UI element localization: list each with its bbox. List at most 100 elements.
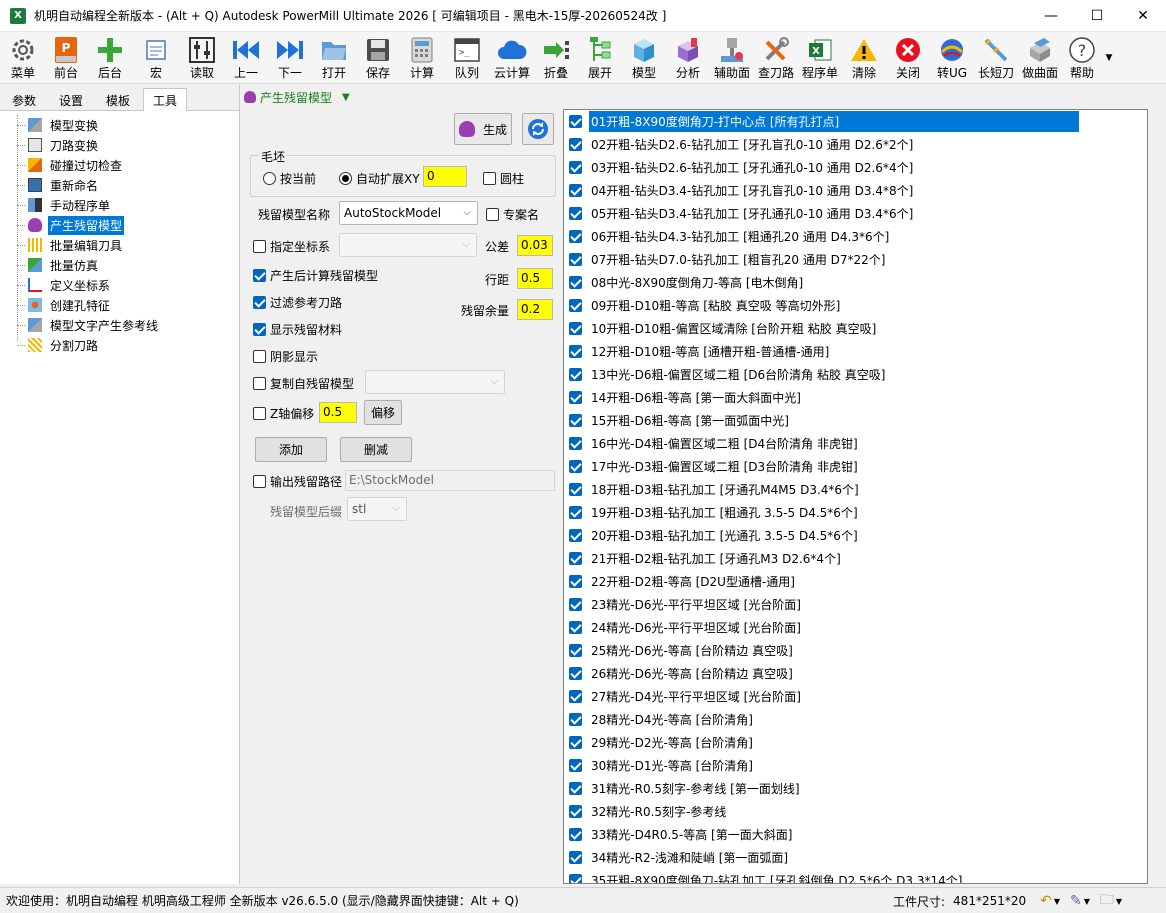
toolbar-button-next[interactable]: 下一 bbox=[268, 32, 312, 84]
operation-checkbox[interactable] bbox=[569, 575, 582, 588]
cylinder-check[interactable] bbox=[483, 172, 496, 185]
add-button[interactable]: 添加 bbox=[255, 437, 327, 462]
toolbar-button-collapse[interactable]: 折叠 bbox=[534, 32, 578, 84]
tree-item-toolpath-transform[interactable]: 刀路变换 bbox=[0, 135, 239, 155]
filter-ref-checkbox[interactable]: 过滤参考刀路 bbox=[253, 294, 342, 311]
tree-item-stock-model[interactable]: 产生残留模型 bbox=[0, 215, 239, 235]
operation-checkbox[interactable] bbox=[569, 828, 582, 841]
operation-checkbox[interactable] bbox=[569, 736, 582, 749]
coordinate-system-combo[interactable]: ⌵ bbox=[339, 233, 477, 257]
operation-checkbox[interactable] bbox=[569, 184, 582, 197]
tree-item-text-reference[interactable]: 模型文字产生参考线 bbox=[0, 315, 239, 335]
operation-checkbox[interactable] bbox=[569, 322, 582, 335]
pen-icon[interactable]: ✎ bbox=[1070, 893, 1082, 909]
operation-checkbox[interactable] bbox=[569, 253, 582, 266]
operation-checkbox[interactable] bbox=[569, 368, 582, 381]
operation-row[interactable]: 32精光-R0.5刻字-参考线 bbox=[564, 800, 1147, 823]
operation-checkbox[interactable] bbox=[569, 598, 582, 611]
operation-row[interactable]: 31精光-R0.5刻字-参考线 [第一面划线] bbox=[564, 777, 1147, 800]
toolbar-button-to-ug[interactable]: 转UG bbox=[930, 32, 974, 84]
operation-checkbox[interactable] bbox=[569, 437, 582, 450]
show-material-checkbox[interactable]: 显示残留材料 bbox=[253, 321, 342, 338]
operation-checkbox[interactable] bbox=[569, 345, 582, 358]
operation-row[interactable]: 14开粗-D6粗-等高 [第一面大斜面中光] bbox=[564, 386, 1147, 409]
panel-header[interactable]: 产生残留模型 ▼ bbox=[244, 88, 350, 106]
operation-row[interactable]: 24精光-D6光-平行平坦区域 [光台阶面] bbox=[564, 616, 1147, 639]
tab-templates[interactable]: 模板 bbox=[96, 88, 140, 110]
auto-expand-input[interactable]: 0 bbox=[423, 166, 467, 187]
toolbar-button-help[interactable]: ? 帮助 bbox=[1062, 32, 1102, 84]
operation-checkbox[interactable] bbox=[569, 460, 582, 473]
operation-checkbox[interactable] bbox=[569, 782, 582, 795]
toolbar-button-program-sheet[interactable]: X 程序单 bbox=[798, 32, 842, 84]
operation-checkbox[interactable] bbox=[569, 759, 582, 772]
operation-row[interactable]: 27精光-D4光-平行平坦区域 [光台阶面] bbox=[564, 685, 1147, 708]
operation-checkbox[interactable] bbox=[569, 874, 582, 883]
toolbar-button-cloud[interactable]: 云计算 bbox=[490, 32, 534, 84]
tab-params[interactable]: 参数 bbox=[2, 88, 46, 110]
tree-item-manual-program[interactable]: 手动程序单 bbox=[0, 195, 239, 215]
operation-row[interactable]: 04开粗-钻头D3.4-钻孔加工 [牙孔盲孔0-10 通用 D3.4*8个] bbox=[564, 179, 1147, 202]
output-path-check[interactable] bbox=[253, 475, 266, 488]
tree-item-create-hole-feature[interactable]: 创建孔特征 bbox=[0, 295, 239, 315]
operation-checkbox[interactable] bbox=[569, 115, 582, 128]
filter-ref-check[interactable] bbox=[253, 296, 266, 309]
stock-name-combo[interactable]: AutoStockModel ⌵ bbox=[339, 201, 478, 225]
toolbar-button-close[interactable]: 关闭 bbox=[886, 32, 930, 84]
operation-checkbox[interactable] bbox=[569, 805, 582, 818]
tab-settings[interactable]: 设置 bbox=[49, 88, 93, 110]
minimize-button[interactable]: — bbox=[1028, 0, 1074, 32]
tree-item-define-coordinate[interactable]: 定义坐标系 bbox=[0, 275, 239, 295]
operation-row[interactable]: 09开粗-D10粗-等高 [粘胶 真空吸 等高切外形] bbox=[564, 294, 1147, 317]
toolbar-button-save[interactable]: 保存 bbox=[356, 32, 400, 84]
vertical-scrollbar[interactable] bbox=[1148, 109, 1162, 884]
generate-button[interactable]: 生成 bbox=[454, 113, 512, 145]
operation-checkbox[interactable] bbox=[569, 552, 582, 565]
tolerance-input[interactable]: 0.03 bbox=[517, 235, 553, 256]
z-offset-checkbox[interactable]: Z轴偏移 bbox=[253, 405, 314, 422]
operation-row[interactable]: 34精光-R2-浅滩和陡峭 [第一面弧面] bbox=[564, 846, 1147, 869]
stepover-input[interactable]: 0.5 bbox=[517, 268, 553, 289]
toolbar-button-back[interactable]: 后台 bbox=[88, 32, 132, 84]
toolbar-button-make-surface[interactable]: 做曲面 bbox=[1018, 32, 1062, 84]
operation-checkbox[interactable] bbox=[569, 851, 582, 864]
tree-item-batch-edit-tools[interactable]: 批量编辑刀具 bbox=[0, 235, 239, 255]
delete-button[interactable]: 删减 bbox=[340, 437, 412, 462]
shadow-checkbox[interactable]: 阴影显示 bbox=[253, 348, 318, 365]
operation-row[interactable]: 08中光-8X90度倒角刀-等高 [电木倒角] bbox=[564, 271, 1147, 294]
cylinder-checkbox[interactable]: 圆柱 bbox=[483, 170, 524, 187]
operation-row[interactable]: 26精光-D6光-等高 [台阶精边 真空吸] bbox=[564, 662, 1147, 685]
operation-checkbox[interactable] bbox=[569, 161, 582, 174]
suffix-combo[interactable]: stl ⌵ bbox=[347, 497, 407, 521]
operation-checkbox[interactable] bbox=[569, 207, 582, 220]
radio-auto-expand[interactable]: 自动扩展XY bbox=[339, 170, 420, 187]
calc-after-check[interactable] bbox=[253, 269, 266, 282]
tree-item-collision-check[interactable]: 碰撞过切检查 bbox=[0, 155, 239, 175]
toolbar-button-prev[interactable]: 上一 bbox=[224, 32, 268, 84]
operation-row[interactable]: 19开粗-D3粗-钻孔加工 [粗通孔 3.5-5 D4.5*6个] bbox=[564, 501, 1147, 524]
operation-row[interactable]: 03开粗-钻头D2.6-钻孔加工 [牙孔通孔0-10 通用 D2.6*4个] bbox=[564, 156, 1147, 179]
toolbar-more-icon[interactable]: ▼ bbox=[1102, 32, 1116, 84]
offset-button[interactable]: 偏移 bbox=[364, 400, 402, 425]
copy-from-combo[interactable]: ⌵ bbox=[365, 370, 505, 394]
chevron-down-icon[interactable]: ▼ bbox=[1054, 897, 1060, 906]
operation-checkbox[interactable] bbox=[569, 644, 582, 657]
toolbar-button-analyze[interactable]: 分析 bbox=[666, 32, 710, 84]
specify-cs-check[interactable] bbox=[253, 240, 266, 253]
toolbar-button-macro[interactable]: 宏 bbox=[132, 32, 180, 84]
operation-row[interactable]: 02开粗-钻头D2.6-钻孔加工 [牙孔盲孔0-10 通用 D2.6*2个] bbox=[564, 133, 1147, 156]
toolbar-button-queue[interactable]: >_ 队列 bbox=[444, 32, 490, 84]
operation-row[interactable]: 13中光-D6粗-偏置区域二粗 [D6台阶清角 粘胶 真空吸] bbox=[564, 363, 1147, 386]
operation-row[interactable]: 35开粗-8X90度倒角刀-钻孔加工 [牙孔斜倒角 D2.5*6个 D3.3*1… bbox=[564, 869, 1147, 883]
operation-checkbox[interactable] bbox=[569, 299, 582, 312]
dedicated-name-check[interactable] bbox=[486, 208, 499, 221]
folder-icon[interactable]: 🗀 bbox=[1100, 889, 1114, 913]
operation-row[interactable]: 01开粗-8X90度倒角刀-打中心点 [所有孔打点] bbox=[564, 110, 1147, 133]
toolbar-button-aux-surface[interactable]: 辅助面 bbox=[710, 32, 754, 84]
operation-row[interactable]: 29精光-D2光-等高 [台阶清角] bbox=[564, 731, 1147, 754]
toolbar-button-clear[interactable]: 清除 bbox=[842, 32, 886, 84]
chevron-down-icon[interactable]: ▼ bbox=[1084, 897, 1090, 906]
operation-row[interactable]: 10开粗-D10粗-偏置区域清除 [台阶开粗 粘胶 真空吸] bbox=[564, 317, 1147, 340]
operation-row[interactable]: 12开粗-D10粗-等高 [通槽开粗-普通槽-通用] bbox=[564, 340, 1147, 363]
tree-item-rename[interactable]: 重新命名 bbox=[0, 175, 239, 195]
